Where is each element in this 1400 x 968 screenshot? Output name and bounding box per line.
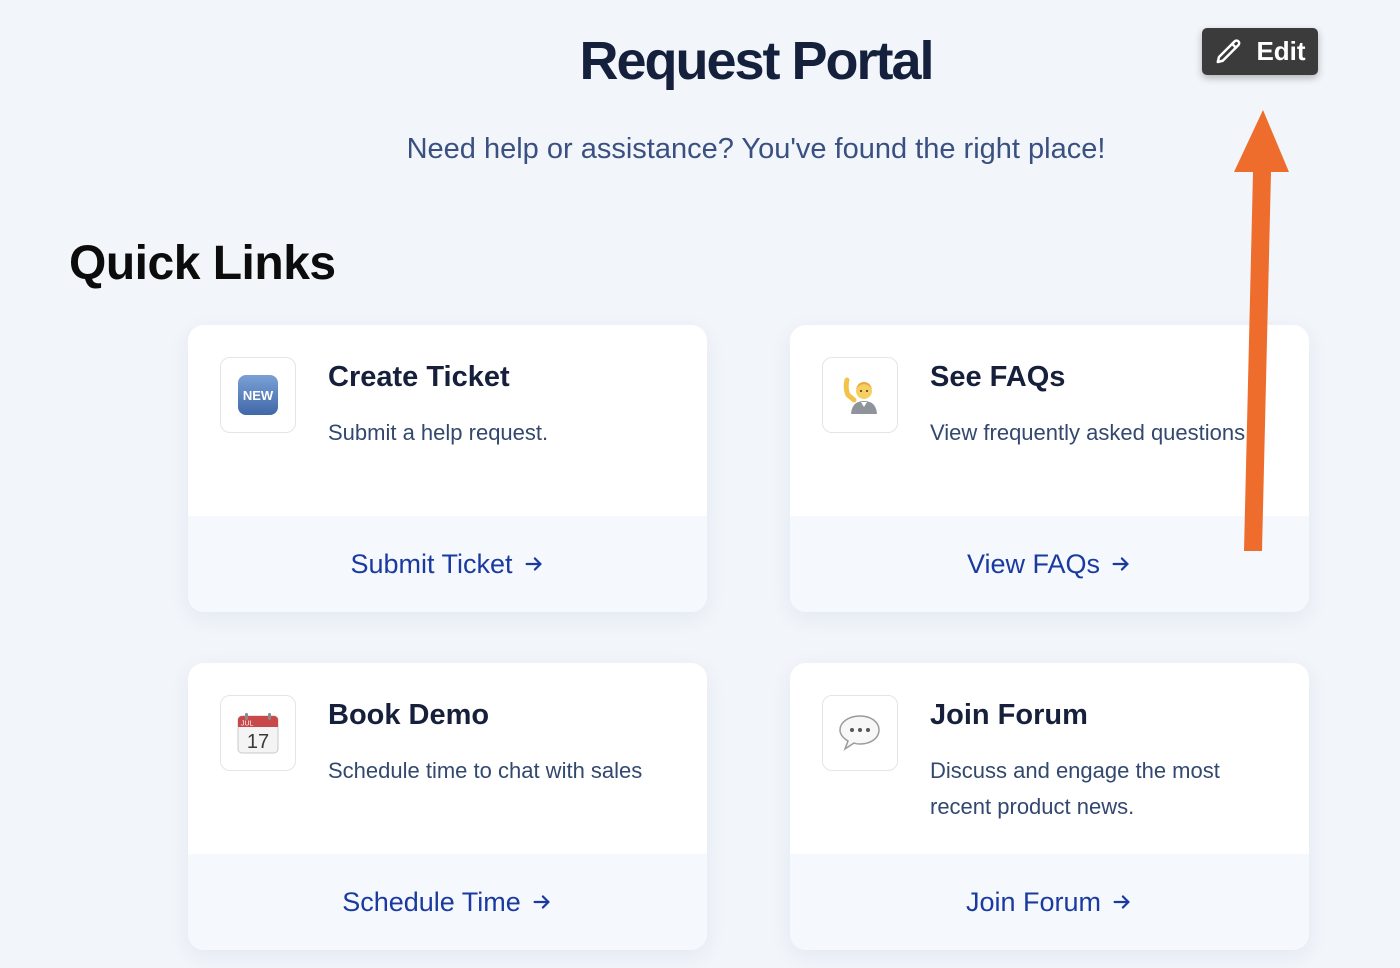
arrow-right-icon bbox=[1111, 891, 1133, 913]
edit-button-label: Edit bbox=[1256, 36, 1306, 66]
arrow-right-icon bbox=[531, 891, 553, 913]
person-raising-hand-icon bbox=[822, 357, 898, 433]
schedule-time-link[interactable]: Schedule Time bbox=[188, 854, 707, 950]
card-create-ticket: NEW Create Ticket Submit a help request.… bbox=[188, 325, 707, 612]
arrow-right-icon bbox=[523, 553, 545, 575]
page-title: Request Portal bbox=[579, 31, 934, 91]
arrow-right-icon bbox=[1110, 553, 1132, 575]
card-description: Discuss and engage the most recent produ… bbox=[930, 758, 1220, 819]
calendar-icon: JUL 17 bbox=[220, 695, 296, 771]
card-title: Join Forum bbox=[930, 699, 1088, 731]
edit-button[interactable]: Edit bbox=[1202, 28, 1318, 75]
card-description: Submit a help request. bbox=[328, 420, 549, 445]
card-action-label: Schedule Time bbox=[342, 886, 521, 917]
card-description: Schedule time to chat with sales bbox=[328, 758, 643, 783]
card-title: Create Ticket bbox=[328, 361, 510, 393]
card-title: Book Demo bbox=[328, 699, 490, 731]
page-subtitle: Need help or assistance? You've found th… bbox=[406, 133, 1106, 165]
section-title: Quick Links bbox=[69, 237, 336, 290]
card-action-label: Submit Ticket bbox=[350, 548, 513, 579]
card-book-demo: JUL 17 Book Demo Schedule time to chat w… bbox=[188, 663, 707, 950]
submit-ticket-link[interactable]: Submit Ticket bbox=[188, 516, 707, 612]
card-see-faqs: See FAQs View frequently asked questions… bbox=[790, 325, 1309, 612]
new-badge-icon: NEW bbox=[220, 357, 296, 433]
view-faqs-link[interactable]: View FAQs bbox=[790, 516, 1309, 612]
pencil-icon bbox=[1214, 37, 1244, 67]
speech-bubble-icon bbox=[822, 695, 898, 771]
calendar-month: JUL bbox=[241, 721, 254, 728]
request-portal-page: Request Portal Need help or assistance? … bbox=[0, 0, 1400, 968]
card-join-forum: Join Forum Discuss and engage the most r… bbox=[790, 663, 1309, 950]
join-forum-link[interactable]: Join Forum bbox=[790, 854, 1309, 950]
calendar-day: 17 bbox=[247, 731, 269, 753]
card-action-label: View FAQs bbox=[966, 548, 1101, 579]
card-action-label: Join Forum bbox=[965, 886, 1102, 917]
card-title: See FAQs bbox=[930, 361, 1066, 393]
card-description: View frequently asked questions bbox=[930, 420, 1246, 445]
new-badge-text: NEW bbox=[243, 388, 274, 403]
